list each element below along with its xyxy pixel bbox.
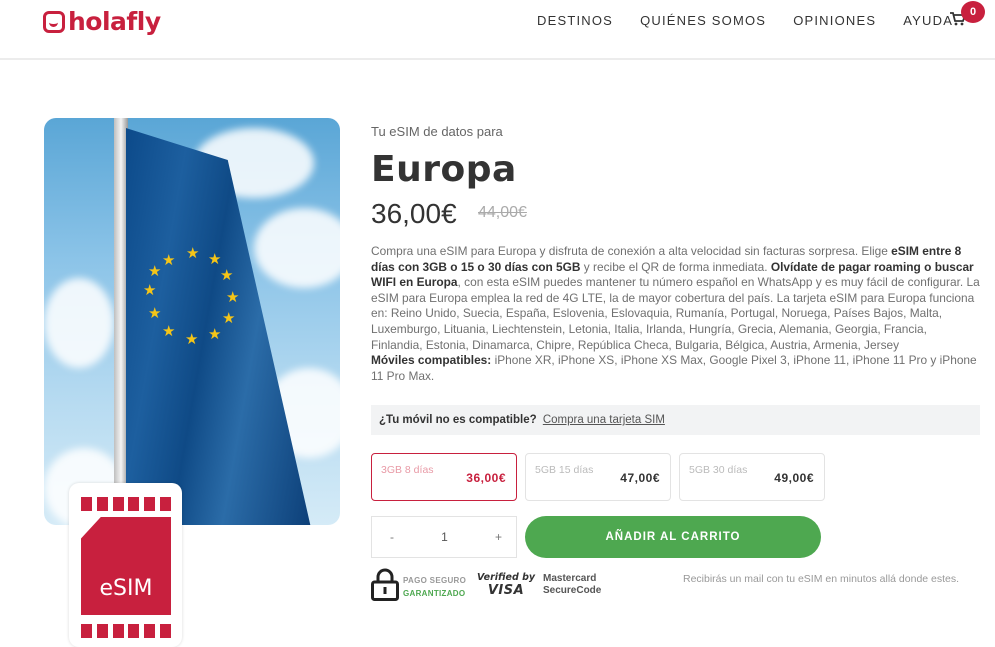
mail-delivery-note: Recibirás un mail con tu eSIM en minutos…: [683, 573, 960, 585]
option-name: 5GB 15 días: [535, 464, 594, 476]
main-nav: DESTINOS QUIÉNES SOMOS OPINIONES AYUDA: [537, 13, 953, 28]
option-price: 36,00€: [466, 471, 506, 485]
product-title: Europa: [371, 149, 517, 190]
product-subtitle: Tu eSIM de datos para: [371, 124, 503, 139]
option-price: 47,00€: [620, 471, 660, 485]
product-old-price: 44,00€: [478, 204, 527, 221]
esim-stripes-bottom: [81, 624, 171, 638]
esim-chip: eSIM: [81, 517, 171, 615]
logo-icon: [43, 10, 65, 33]
flag-pole: [114, 118, 128, 525]
option-name: 5GB 30 días: [689, 464, 748, 476]
option-5gb-30-dias[interactable]: 5GB 30 días 49,00€: [679, 453, 825, 501]
quantity-value[interactable]: 1: [441, 530, 448, 544]
nav-ayuda[interactable]: AYUDA: [903, 13, 953, 28]
option-5gb-15-dias[interactable]: 5GB 15 días 47,00€: [525, 453, 671, 501]
option-name: 3GB 8 días: [381, 464, 434, 476]
nav-opiniones[interactable]: OPINIONES: [793, 13, 876, 28]
compatibility-notice: ¿Tu móvil no es compatible? Compra una t…: [371, 405, 980, 435]
product-price: 36,00€: [371, 198, 457, 229]
add-to-cart-button[interactable]: AÑADIR AL CARRITO: [525, 516, 821, 558]
logo-text: holafly: [68, 7, 161, 36]
site-header: holafly DESTINOS QUIÉNES SOMOS OPINIONES…: [0, 0, 995, 60]
esim-stripes-top: [81, 497, 171, 511]
nav-destinos[interactable]: DESTINOS: [537, 13, 613, 28]
nav-quienes-somos[interactable]: QUIÉNES SOMOS: [640, 13, 766, 28]
option-price: 49,00€: [774, 471, 814, 485]
product-description: Compra una eSIM para Europa y disfruta d…: [371, 244, 980, 383]
quantity-increase-button[interactable]: +: [495, 530, 502, 544]
verified-by-visa-badge: Verified by VISA: [477, 572, 536, 598]
esim-card-graphic: eSIM: [69, 483, 182, 647]
quantity-stepper: - 1 +: [371, 516, 517, 558]
secure-payment-badge: PAGO SEGURO GARANTIZADO: [403, 576, 467, 598]
cart-count-badge[interactable]: 0: [961, 1, 985, 23]
option-3gb-8-dias[interactable]: 3GB 8 días 36,00€: [371, 453, 517, 501]
buy-sim-link[interactable]: Compra una tarjeta SIM: [543, 414, 665, 426]
holafly-logo[interactable]: holafly: [43, 7, 161, 36]
quantity-decrease-button[interactable]: -: [390, 530, 394, 544]
esim-label: eSIM: [99, 576, 153, 601]
lock-icon: [371, 568, 399, 601]
mastercard-securecode-badge: Mastercard SecureCode: [543, 573, 602, 596]
compat-question: ¿Tu móvil no es compatible?: [379, 414, 537, 426]
product-image-eu-flag: ★ ★ ★ ★ ★ ★ ★ ★ ★ ★ ★ ★: [44, 118, 340, 525]
